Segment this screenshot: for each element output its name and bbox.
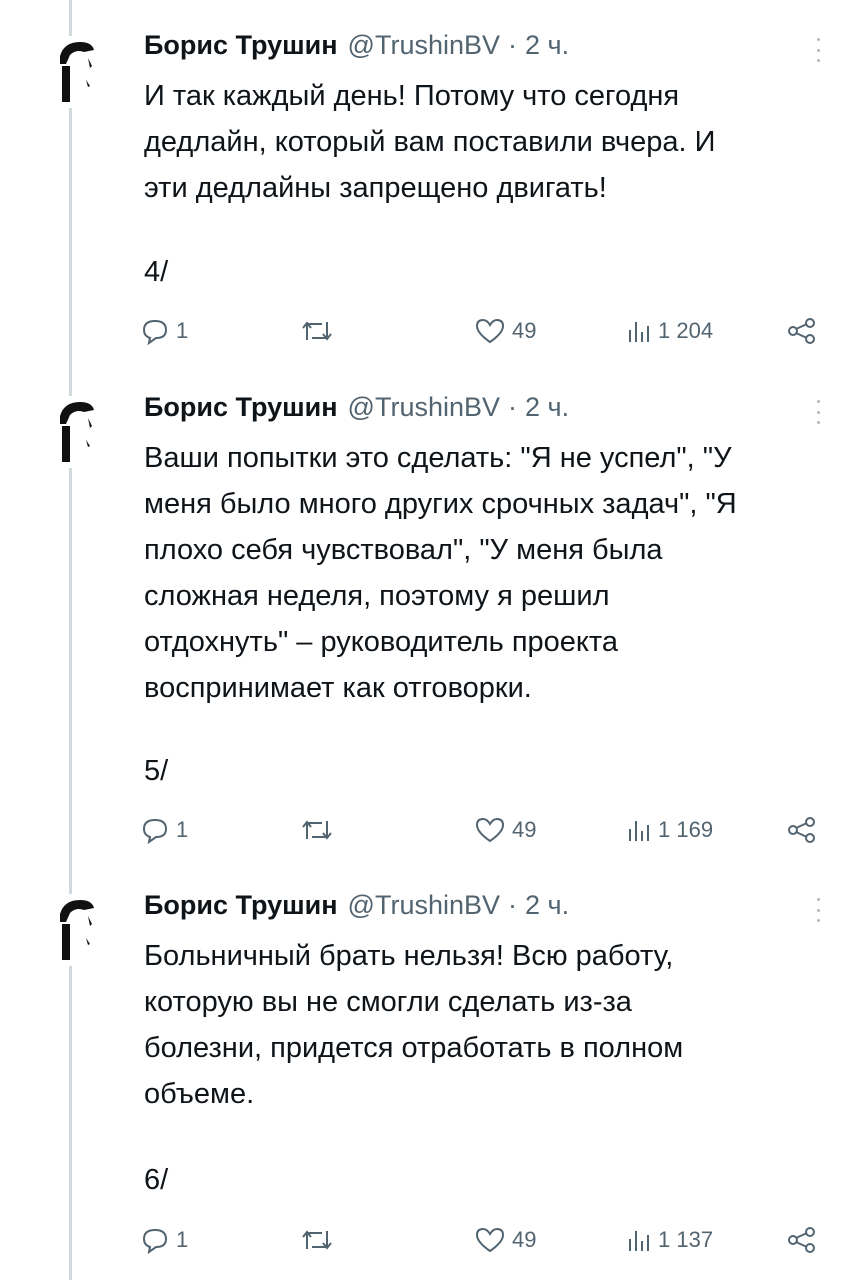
share-icon	[788, 1227, 815, 1253]
views-button[interactable]: 1 137	[626, 1220, 713, 1260]
avatar[interactable]	[46, 894, 102, 966]
reply-button[interactable]: 1	[140, 1220, 188, 1260]
author-name[interactable]: Борис Трушин	[144, 890, 338, 921]
more-vertical-icon	[816, 898, 820, 901]
tweet-text: Больничный брать нельзя! Всю работу, кот…	[144, 940, 684, 1110]
reply-count: 1	[176, 1227, 189, 1252]
retweet-button[interactable]	[300, 1220, 334, 1260]
like-button[interactable]: 49	[474, 1220, 536, 1260]
like-count: 49	[512, 1227, 537, 1252]
reply-icon	[142, 1228, 168, 1255]
thread-counter: 6/	[144, 1164, 169, 1196]
tweet[interactable]: Борис Трушин @TrushinBV · 2 ч. Больничны…	[0, 0, 864, 1280]
heart-icon	[475, 1227, 505, 1253]
retweet-icon	[302, 1230, 332, 1250]
header-separator: ·	[508, 890, 518, 920]
share-button[interactable]	[786, 1220, 818, 1260]
action-bar: 1 49 1 137	[140, 1220, 830, 1260]
author-handle[interactable]: @TrushinBV	[348, 890, 500, 921]
views-chart-icon	[629, 1231, 649, 1251]
more-options-button[interactable]	[808, 894, 828, 926]
timestamp[interactable]: 2 ч.	[525, 890, 569, 921]
view-count: 1 137	[658, 1227, 714, 1252]
avatar-silhouette-icon	[60, 900, 94, 960]
tweet-header: Борис Трушин @TrushinBV · 2 ч.	[144, 890, 569, 924]
